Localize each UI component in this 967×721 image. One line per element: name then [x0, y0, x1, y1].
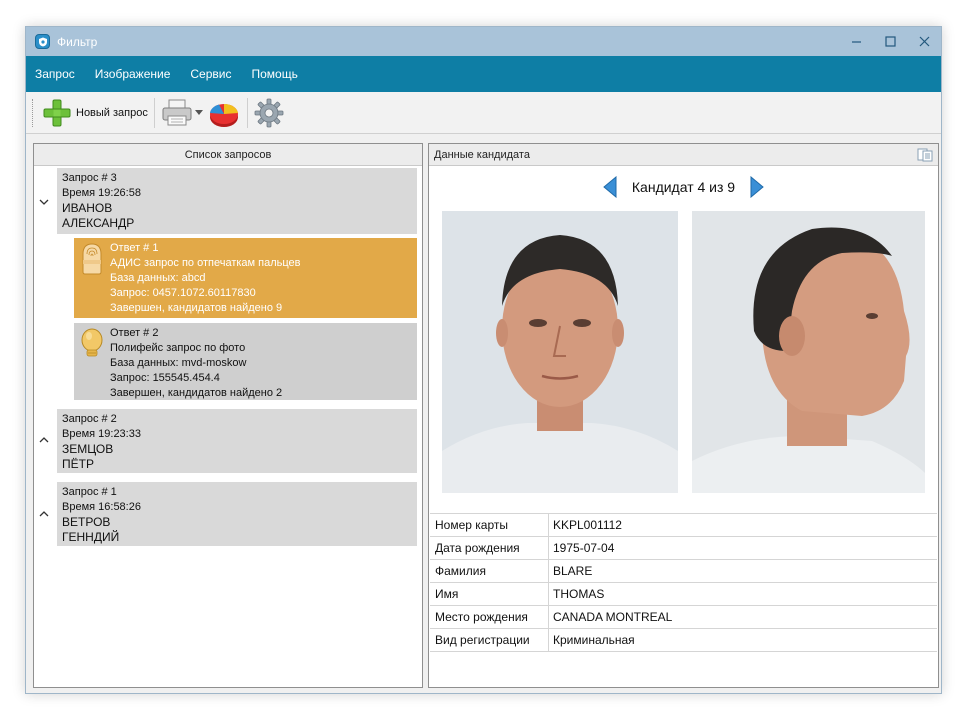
previous-candidate-icon[interactable]	[602, 176, 618, 198]
next-candidate-icon[interactable]	[749, 176, 765, 198]
close-button[interactable]	[907, 27, 941, 56]
toolbar-grip[interactable]	[32, 98, 34, 127]
candidate-header-title: Данные кандидата	[434, 148, 530, 161]
request-list-header: Список запросов	[34, 144, 422, 166]
response-database: База данных: mvd-moskow	[110, 357, 247, 369]
request-time: Время 19:26:58	[62, 187, 141, 199]
menu-help[interactable]: Помощь	[251, 67, 297, 81]
candidate-details-table: Номер карты KKPL001112 Дата рождения 197…	[430, 513, 937, 652]
chevron-down-icon	[39, 199, 49, 205]
response-status: Завершен, кандидатов найдено 2	[110, 387, 283, 399]
settings-button[interactable]	[254, 96, 284, 130]
toolbar-separator-2	[246, 97, 248, 128]
detail-label: Номер карты	[430, 514, 549, 536]
request-name: ПЁТР	[62, 457, 94, 471]
printer-icon	[162, 99, 192, 125]
request-name: ГЕННДИЙ	[62, 530, 120, 544]
app-shield-icon	[35, 34, 50, 49]
detail-label: Имя	[430, 583, 549, 605]
menu-image[interactable]: Изображение	[95, 67, 171, 81]
detail-value: BLARE	[553, 564, 593, 578]
detail-label: Вид регистрации	[430, 629, 549, 651]
profile-face-image	[692, 211, 925, 493]
print-dropdown-button[interactable]	[194, 96, 203, 130]
detail-row-birth-date: Дата рождения 1975-07-04	[430, 537, 937, 560]
collapse-request-3-button[interactable]	[38, 196, 50, 208]
response-item-1[interactable]: Ответ # 1 АДИС запрос по отпечаткам паль…	[74, 238, 417, 318]
fingerprint-icon	[82, 243, 102, 275]
gear-icon	[254, 98, 284, 127]
window-controls	[839, 27, 941, 56]
toolbar: Новый запрос	[26, 92, 941, 134]
toolbar-separator	[153, 97, 155, 128]
request-surname: ЗЕМЦОВ	[62, 442, 114, 456]
request-item-1[interactable]: Запрос # 1 Время 16:58:26 ВЕТРОВ ГЕННДИЙ	[57, 482, 417, 546]
expand-request-1-button[interactable]	[38, 508, 50, 520]
add-icon	[43, 99, 71, 126]
maximize-button[interactable]	[873, 27, 907, 56]
detail-row-registration-type: Вид регистрации Криминальная	[430, 629, 937, 652]
detail-value: 1975-07-04	[553, 541, 615, 555]
response-type: Полифейс запрос по фото	[110, 342, 246, 354]
request-item-3[interactable]: Запрос # 3 Время 19:26:58 ИВАНОВ АЛЕКСАН…	[57, 168, 417, 234]
request-list-panel: Список запросов Запрос # 3 Время 19:26:5…	[33, 143, 423, 688]
face-icon	[81, 328, 103, 357]
new-request-label: Новый запрос	[76, 106, 148, 119]
close-icon	[919, 36, 929, 47]
response-type: АДИС запрос по отпечаткам пальцев	[110, 257, 301, 269]
menu-request[interactable]: Запрос	[35, 67, 75, 81]
detail-row-card-number: Номер карты KKPL001112	[430, 514, 937, 537]
request-surname: ИВАНОВ	[62, 201, 113, 215]
detail-label: Место рождения	[430, 606, 549, 628]
request-title: Запрос # 3	[62, 172, 117, 184]
request-surname: ВЕТРОВ	[62, 515, 111, 529]
frontal-face-image	[442, 211, 678, 493]
candidate-panel: Данные кандидата Кандидат 4 из 9 Номер к…	[428, 143, 939, 688]
request-time: Время 19:23:33	[62, 428, 141, 440]
frontal-photo[interactable]	[442, 211, 678, 493]
dropdown-arrow-icon	[194, 109, 203, 115]
detail-value: Криминальная	[553, 633, 635, 647]
candidate-counter: Кандидат 4 из 9	[631, 179, 736, 195]
response-title: Ответ # 1	[110, 242, 159, 254]
statistics-button[interactable]	[207, 96, 241, 130]
chevron-up-icon	[39, 511, 49, 517]
response-query: Запрос: 0457.1072.60117830	[110, 287, 256, 299]
detail-value: KKPL001112	[553, 518, 622, 532]
detail-row-name: Имя THOMAS	[430, 583, 937, 606]
detail-value: CANADA MONTREAL	[553, 610, 673, 624]
response-status: Завершен, кандидатов найдено 9	[110, 302, 283, 314]
detail-row-surname: Фамилия BLARE	[430, 560, 937, 583]
detail-row-birth-place: Место рождения CANADA MONTREAL	[430, 606, 937, 629]
detail-label: Дата рождения	[430, 537, 549, 559]
expand-request-2-button[interactable]	[38, 434, 50, 446]
request-time: Время 16:58:26	[62, 501, 141, 513]
minimize-button[interactable]	[839, 27, 873, 56]
response-item-2[interactable]: Ответ # 2 Полифейс запрос по фото База д…	[74, 323, 417, 400]
print-button[interactable]	[161, 96, 193, 130]
chart-icon	[209, 103, 238, 127]
profile-photo[interactable]	[692, 211, 925, 493]
response-query: Запрос: 155545.454.4	[110, 372, 220, 384]
detail-value: THOMAS	[553, 587, 605, 601]
app-window: Фильтр Запрос Изображение Сервис Помощь	[25, 26, 942, 694]
request-name: АЛЕКСАНДР	[62, 216, 135, 230]
response-database: База данных: abcd	[110, 272, 206, 284]
minimize-icon	[851, 41, 861, 43]
response-title: Ответ # 2	[110, 327, 159, 339]
new-request-button[interactable]: Новый запрос	[42, 97, 148, 129]
detail-label: Фамилия	[430, 560, 549, 582]
menu-bar: Запрос Изображение Сервис Помощь	[26, 56, 941, 92]
chevron-up-icon	[39, 437, 49, 443]
maximize-icon	[884, 36, 896, 47]
request-title: Запрос # 1	[62, 486, 117, 498]
menu-service[interactable]: Сервис	[190, 67, 231, 81]
candidate-navigation: Кандидат 4 из 9	[429, 176, 938, 198]
copy-icon[interactable]	[917, 148, 933, 162]
request-item-2[interactable]: Запрос # 2 Время 19:23:33 ЗЕМЦОВ ПЁТР	[57, 409, 417, 473]
window-title: Фильтр	[57, 34, 98, 49]
candidate-header: Данные кандидата	[429, 144, 938, 166]
title-bar: Фильтр	[26, 27, 941, 56]
request-title: Запрос # 2	[62, 413, 117, 425]
